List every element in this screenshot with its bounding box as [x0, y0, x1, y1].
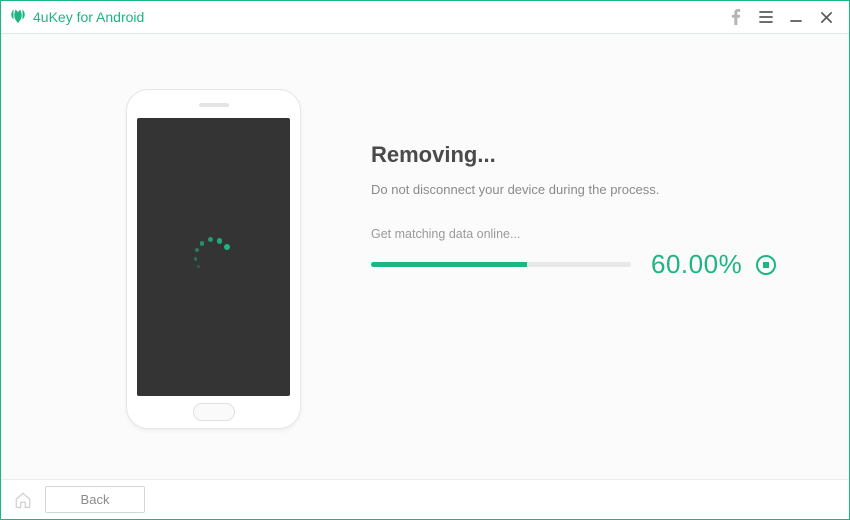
- app-title: 4uKey for Android: [33, 9, 144, 25]
- main-area: Removing... Do not disconnect your devic…: [1, 34, 849, 479]
- title-bar-left: 4uKey for Android: [9, 8, 144, 26]
- progress-content: Removing... Do not disconnect your devic…: [371, 142, 799, 280]
- progress-bar: [371, 262, 631, 267]
- title-bar-right: [721, 2, 841, 32]
- progress-status: Get matching data online...: [371, 227, 799, 241]
- phone-mockup: [126, 89, 301, 429]
- progress-bar-fill: [371, 262, 527, 267]
- title-bar: 4uKey for Android: [1, 1, 849, 34]
- back-button-label: Back: [81, 492, 110, 507]
- menu-icon[interactable]: [751, 2, 781, 32]
- close-button[interactable]: [811, 2, 841, 32]
- back-button[interactable]: Back: [45, 486, 145, 513]
- phone-speaker: [199, 103, 229, 107]
- progress-percentage: 60.00%: [651, 249, 742, 280]
- progress-subtext: Do not disconnect your device during the…: [371, 182, 799, 197]
- home-icon[interactable]: [9, 486, 37, 514]
- stop-button[interactable]: [756, 255, 776, 275]
- loading-spinner-icon: [192, 235, 236, 279]
- progress-heading: Removing...: [371, 142, 799, 168]
- facebook-icon[interactable]: [721, 2, 751, 32]
- phone-screen: [137, 118, 290, 396]
- phone-home-button: [193, 403, 235, 421]
- progress-row: 60.00%: [371, 249, 799, 280]
- footer-bar: Back: [1, 479, 849, 519]
- app-logo-icon: [9, 8, 27, 26]
- minimize-button[interactable]: [781, 2, 811, 32]
